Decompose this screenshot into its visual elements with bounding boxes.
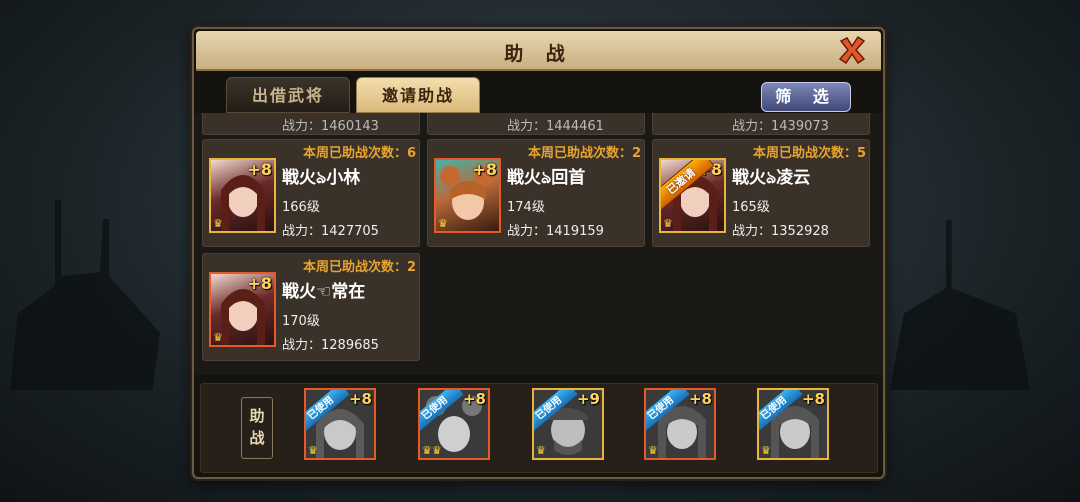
close-x-icon[interactable] [837,35,867,65]
crown-icon: ♛ [213,217,223,230]
tab-lend-generals[interactable]: 出借武将 [226,77,350,113]
player-level: 165级 [732,200,770,215]
friend-card[interactable]: +8 ♛ 本周已助战次数：2 戦火ঌ回首 174级 战力：1419159 [427,139,645,247]
weekly-assist-count: 本周已助战次数：5 [752,146,866,161]
crown-icon: ♛ [308,444,318,457]
background-ship-right [890,220,1030,390]
crown-icon: ♛ [761,444,771,457]
filter-button[interactable]: 筛 选 [761,82,851,112]
player-name: 戦火ঌ凌云 [732,168,811,188]
crown-icon: ♛ [438,217,448,230]
card-power: 战力：1427705 [282,224,379,239]
player-name: 戦火ঌ回首 [507,168,586,188]
player-level: 170级 [282,314,320,329]
card-power: 战力：1419159 [507,224,604,239]
general-portrait: +8 ♛ [434,158,501,233]
assist-slot[interactable]: 已使用 +8 ♛ [304,388,376,460]
weekly-assist-count: 本周已助战次数：2 [527,146,641,161]
star-level-badge: +8 [247,160,272,179]
friend-list[interactable]: 战力：1460143 战力：1444461 战力：1439073 +8 ♛ 本周… [194,113,883,375]
friend-card[interactable]: +8 ♛ 已邀请 本周已助战次数：5 戦火ঌ凌云 165级 战力：1352928 [652,139,870,247]
list-item-partial[interactable]: 战力：1460143 [202,113,420,135]
star-level-badge: +9 [576,390,600,408]
assist-battle-dialog: 助 战 出借武将 邀请助战 筛 选 战力：1460143 战力：1444461 … [192,27,885,479]
card-power: 战力：1352928 [732,224,829,239]
assist-label-top: 助 [249,407,265,425]
weekly-assist-count: 本周已助战次数：6 [302,146,416,161]
star-level-badge: +8 [348,390,372,408]
general-portrait: +8 ♛ 已邀请 [659,158,726,233]
assist-slot[interactable]: 已使用 +8 ♛♛ [418,388,490,460]
friend-card[interactable]: +8 ♛ 本周已助战次数：6 戦火ঌ小林 166级 战力：1427705 [202,139,420,247]
assist-slot[interactable]: 已使用 +9 ♛ [532,388,604,460]
weekly-assist-count: 本周已助战次数：2 [302,260,416,275]
crown-icon: ♛ [536,444,546,457]
card-power: 战力：1444461 [507,119,604,134]
card-power: 战力：1289685 [282,338,379,353]
dialog-title: 助 战 [504,43,573,65]
player-level: 174级 [507,200,545,215]
player-level: 166级 [282,200,320,215]
general-portrait: +8 ♛ [209,158,276,233]
player-name: 戦火ঌ小林 [282,168,361,188]
assist-slot[interactable]: 已使用 +8 ♛ [644,388,716,460]
background-ship-left [10,200,160,390]
card-power: 战力：1439073 [732,119,829,134]
assist-slots-bar: 助 战 已使用 +8 ♛ 已使用 +8 ♛♛ 已使用 +9 ♛ 已使用 +8 ♛ [200,383,878,473]
star-level-badge: +8 [801,390,825,408]
assist-slot[interactable]: 已使用 +8 ♛ [757,388,829,460]
star-level-badge: +8 [688,390,712,408]
friend-card[interactable]: +8 ♛ 本周已助战次数：2 戦火☜常在 170级 战力：1289685 [202,253,420,361]
general-portrait: +8 ♛ [209,272,276,347]
crown-icon: ♛ [213,331,223,344]
player-name: 戦火☜常在 [282,282,366,302]
list-item-partial[interactable]: 战力：1439073 [652,113,870,135]
crown-icon: ♛♛ [422,444,442,457]
crown-icon: ♛ [648,444,658,457]
tab-invite-assist[interactable]: 邀请助战 [356,77,480,113]
star-level-badge: +8 [247,274,272,293]
assist-label-bottom: 战 [249,429,265,447]
star-level-badge: +8 [462,390,486,408]
list-item-partial[interactable]: 战力：1444461 [427,113,645,135]
dialog-titlebar: 助 战 [196,31,881,71]
crown-icon: ♛ [663,217,673,230]
card-power: 战力：1460143 [282,119,379,134]
star-level-badge: +8 [472,160,497,179]
assist-label: 助 战 [241,397,273,459]
